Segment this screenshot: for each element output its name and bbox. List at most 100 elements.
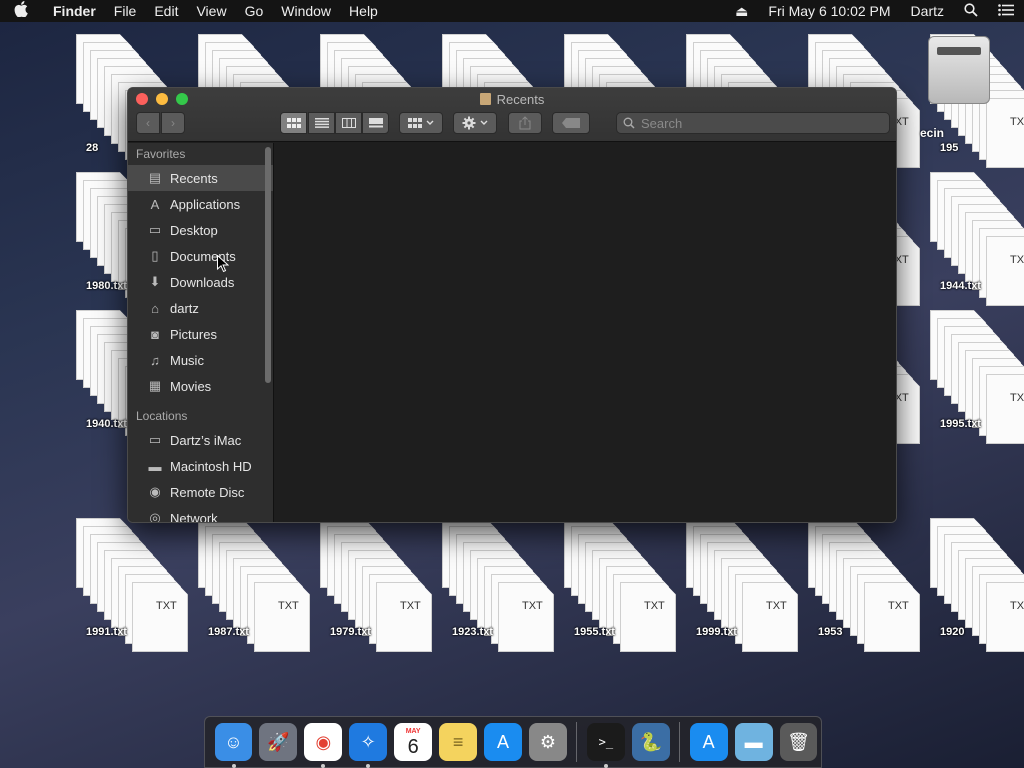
desktop-file-icon[interactable] — [376, 582, 432, 652]
desktop-file-icon[interactable] — [986, 98, 1024, 168]
sidebar: Favorites ▤ Recents A Applications ▭ Desktop ▯… — [128, 143, 274, 522]
dock-calendar-icon[interactable]: MAY 6 — [394, 723, 433, 761]
share-button[interactable] — [508, 112, 542, 134]
column-view-icon — [341, 118, 356, 128]
sidebar-item-remote-disc[interactable]: ◉ Remote Disc — [128, 479, 273, 505]
dock-glyph: A — [496, 731, 509, 752]
dock-trash-icon[interactable]: 🗑 — [779, 723, 818, 761]
sidebar-item-recents[interactable]: ▤ Recents — [128, 165, 273, 191]
menu-view[interactable]: View — [187, 3, 235, 19]
dock-system-preferences-icon[interactable]: ⚙ — [528, 723, 567, 761]
dock-glyph: ≡ — [452, 731, 464, 752]
sidebar-item-downloads[interactable]: ⬇ Downloads — [128, 269, 273, 295]
desktop-file-icon[interactable] — [864, 582, 920, 652]
tag-icon — [562, 118, 580, 128]
desktop-file-icon[interactable] — [986, 582, 1024, 652]
pictures-icon: ◙ — [151, 326, 159, 342]
notification-center-icon[interactable] — [988, 3, 1024, 19]
sidebar-item-label: Recents — [170, 170, 218, 186]
menu-bar: Finder File Edit View Go Window Help ⏏ F… — [0, 0, 1024, 22]
sidebar-item-label: Pictures — [170, 326, 217, 342]
recents-icon: ▤ — [148, 170, 162, 185]
sidebar-item-desktop[interactable]: ▭ Desktop — [128, 217, 273, 243]
action-button[interactable] — [453, 112, 497, 134]
downloads-icon: ⬇ — [149, 274, 161, 289]
dock-glyph: ☺ — [224, 731, 243, 752]
desktop-file-icon[interactable] — [254, 582, 310, 652]
desktop-file-icon[interactable] — [620, 582, 676, 652]
apple-menu-icon[interactable] — [14, 1, 44, 21]
desktop-file-label: 1980.txt — [86, 280, 127, 292]
column-view-button[interactable] — [335, 112, 362, 134]
desktop-file-label: 195 — [940, 142, 959, 154]
sidebar-item-documents[interactable]: ▯ Documents — [128, 243, 273, 269]
dock-downloads-folder-icon[interactable]: ▬ — [734, 723, 773, 761]
desktop-file-icon[interactable] — [986, 236, 1024, 306]
file-type-label: TXT — [1010, 254, 1024, 266]
desktop-file-icon[interactable] — [498, 582, 554, 652]
sidebar-item-pictures[interactable]: ◙ Pictures — [128, 321, 273, 347]
dock-glyph: ⚙ — [539, 731, 556, 752]
back-button[interactable]: ‹ — [136, 112, 160, 134]
desktop-file-icon[interactable] — [742, 582, 798, 652]
sidebar-item-movies[interactable]: ▦ Movies — [128, 373, 273, 399]
menu-file[interactable]: File — [105, 3, 146, 19]
sidebar-item-macintosh-hd[interactable]: ▬ Macintosh HD — [128, 453, 273, 479]
gallery-view-button[interactable] — [362, 112, 389, 134]
menubar-clock[interactable]: Fri May 6 10:02 PM — [758, 3, 900, 19]
movies-icon: ▦ — [148, 378, 162, 393]
menu-help[interactable]: Help — [340, 3, 387, 19]
desktop-file-label: 1923.txt — [452, 626, 493, 638]
group-by-button[interactable] — [399, 112, 443, 134]
sidebar-item-network[interactable]: ◎ Network — [128, 505, 273, 522]
file-type-label: TXT — [644, 600, 665, 612]
titlebar[interactable]: Recents ‹ › — [128, 88, 896, 142]
sidebar-scrollbar[interactable] — [265, 147, 271, 383]
dock-notes-icon[interactable]: ≡ — [439, 723, 478, 761]
desktop-file-label: 1953 — [818, 626, 843, 638]
file-browser-content[interactable] — [275, 143, 896, 522]
search-icon[interactable] — [954, 2, 988, 20]
list-view-button[interactable] — [308, 112, 335, 134]
applications-icon: A — [150, 196, 160, 212]
desktop-file-label: 1944.txt — [940, 280, 981, 292]
dock-python-launcher-icon[interactable]: 🐍 — [631, 723, 670, 761]
dock-terminal-icon[interactable]: >_ — [586, 723, 625, 768]
desktop-file-label: 1979.txt — [330, 626, 371, 638]
menu-go[interactable]: Go — [236, 3, 273, 19]
forward-button[interactable]: › — [161, 112, 185, 134]
desktop-file-icon[interactable] — [986, 374, 1024, 444]
search-field[interactable] — [616, 112, 890, 134]
home-icon: ⌂ — [151, 300, 159, 316]
dock-glyph: A — [702, 731, 715, 752]
menubar-user[interactable]: Dartz — [901, 3, 954, 19]
tags-button[interactable] — [552, 112, 590, 134]
sidebar-item-applications[interactable]: A Applications — [128, 191, 273, 217]
menu-edit[interactable]: Edit — [145, 3, 187, 19]
dock-separator — [576, 722, 578, 762]
dock-chrome-icon[interactable]: ◉ — [304, 723, 343, 768]
mouse-cursor-icon — [217, 254, 230, 278]
desktop-file-label: 1987.txt — [208, 626, 249, 638]
dock-launchpad-icon[interactable]: 🚀 — [259, 723, 298, 761]
sidebar-item-music[interactable]: ♫ Music — [128, 347, 273, 373]
desktop-file-icon[interactable] — [132, 582, 188, 652]
icon-view-button[interactable] — [280, 112, 307, 134]
hard-drive-icon[interactable] — [928, 36, 990, 104]
desktop-file-label: 1955.txt — [574, 626, 615, 638]
menu-window[interactable]: Window — [272, 3, 340, 19]
file-type-label: TXT — [888, 600, 909, 612]
dock-safari-icon[interactable]: ✧ — [349, 723, 388, 768]
eject-icon[interactable]: ⏏ — [725, 3, 758, 20]
file-type-label: TXT — [278, 600, 299, 612]
menu-finder[interactable]: Finder — [44, 3, 105, 19]
dock-separator — [679, 722, 681, 762]
dock-app-store-icon[interactable]: A — [484, 723, 522, 761]
dock-glyph: 🚀 — [267, 731, 290, 752]
file-type-label: TXT — [156, 600, 177, 612]
search-input[interactable] — [641, 115, 871, 131]
sidebar-item-dartz[interactable]: ⌂ dartz — [128, 295, 273, 321]
dock-app-store-folder-icon[interactable]: A — [689, 723, 728, 761]
sidebar-item-dartz-s-imac[interactable]: ▭ Dartz’s iMac — [128, 427, 273, 453]
dock-finder-icon[interactable]: ☺ — [214, 723, 253, 768]
